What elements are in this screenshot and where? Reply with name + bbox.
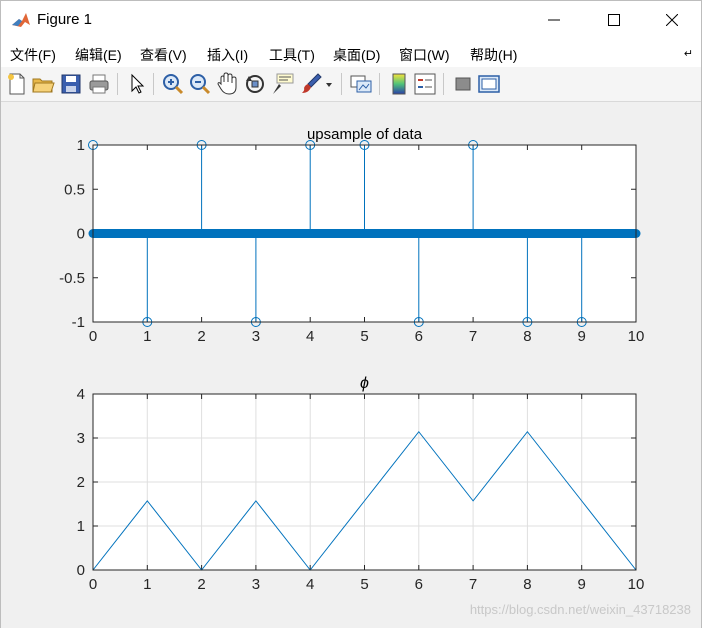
toolbar-separator	[117, 73, 118, 95]
maximize-icon	[608, 14, 620, 26]
x-tick-label: 0	[89, 328, 97, 345]
matlab-logo-icon	[11, 10, 31, 30]
x-tick-label: 7	[469, 576, 477, 593]
data-cursor-icon[interactable]	[271, 72, 295, 96]
chevron-down-icon[interactable]	[323, 72, 335, 96]
close-button[interactable]	[649, 1, 695, 39]
watermark: https://blog.csdn.net/weixin_43718238	[469, 602, 691, 617]
x-tick-label: 2	[197, 328, 205, 345]
menu-file[interactable]: 文件(F)	[10, 45, 56, 65]
x-tick-label: 5	[360, 576, 368, 593]
x-tick-label: 10	[628, 328, 645, 345]
x-tick-label: 6	[415, 328, 423, 345]
x-tick-label: 8	[523, 328, 531, 345]
menu-window[interactable]: 窗口(W)	[399, 45, 450, 65]
x-tick-label: 3	[252, 328, 260, 345]
hide-plot-tools-icon[interactable]	[451, 72, 475, 96]
title-bar[interactable]: Figure 1	[1, 1, 701, 39]
pan-hand-icon[interactable]	[215, 72, 239, 96]
close-icon	[666, 14, 678, 26]
toolbar-separator	[153, 73, 154, 95]
x-tick-label: 7	[469, 328, 477, 345]
x-tick-label: 4	[306, 328, 314, 345]
menu-insert[interactable]: 插入(I)	[207, 45, 248, 65]
y-tick-label: 2	[77, 474, 85, 491]
axes-1: 0 1 2 3 4 5 6 7 8 9 10 -1 -0.5 0 0.5 1 upsample of data	[59, 126, 644, 345]
y-tick-label: 0	[77, 226, 85, 243]
y-tick-label: 1	[77, 137, 85, 154]
dock-arrow-icon[interactable]: ↵	[684, 47, 693, 60]
menu-bar: 文件(F) 编辑(E) 查看(V) 插入(I) 工具(T) 桌面(D) 窗口(W…	[1, 39, 701, 67]
figure-toolbar	[1, 67, 701, 102]
y-tick-label: -0.5	[59, 270, 85, 287]
axes-title: ϕ	[360, 375, 369, 392]
menu-help[interactable]: 帮助(H)	[470, 45, 517, 65]
menu-view[interactable]: 查看(V)	[140, 45, 187, 65]
minimize-button[interactable]	[531, 1, 577, 39]
x-tick-label: 1	[143, 576, 151, 593]
x-tick-label: 10	[628, 576, 645, 593]
x-tick-label: 3	[252, 576, 260, 593]
save-icon[interactable]	[59, 72, 83, 96]
x-tick-label: 5	[360, 328, 368, 345]
open-file-icon[interactable]	[31, 72, 55, 96]
y-tick-label: 0.5	[64, 181, 85, 198]
x-tick-label: 1	[143, 328, 151, 345]
show-plot-tools-icon[interactable]	[477, 72, 501, 96]
toolbar-separator	[379, 73, 380, 95]
axes-2: 0 1 2 3 4 5 6 7 8 9 10 0 1 2 3 4 ϕ	[77, 375, 645, 593]
maximize-button[interactable]	[591, 1, 637, 39]
menu-edit[interactable]: 编辑(E)	[75, 45, 122, 65]
x-tick-label: 2	[197, 576, 205, 593]
plots-svg: 0 1 2 3 4 5 6 7 8 9 10-1-0.500.51upsample of data0…	[59, 126, 645, 593]
menu-tools[interactable]: 工具(T)	[269, 45, 315, 65]
y-tick-label: 0	[77, 562, 85, 579]
x-tick-label: 4	[306, 576, 314, 593]
print-icon[interactable]	[87, 72, 111, 96]
window-title: Figure 1	[37, 11, 93, 28]
x-tick-label: 8	[523, 576, 531, 593]
y-tick-label: -1	[72, 314, 85, 331]
y-tick-label: 4	[77, 386, 85, 403]
y-tick-label: 1	[77, 518, 85, 535]
x-tick-label: 6	[415, 576, 423, 593]
figure-canvas: 0 1 2 3 4 5 6 7 8 9 10 -1 -0.5 0 0.5 1 upsample of data 0…	[1, 102, 701, 628]
x-tick-label: 0	[89, 576, 97, 593]
toolbar-separator	[443, 73, 444, 95]
figure-window: Figure 1 文件(F) 编辑(E) 查看(V) 插入(I) 工具(T) 桌…	[0, 0, 702, 628]
new-figure-icon[interactable]	[5, 72, 29, 96]
zoom-in-icon[interactable]	[161, 72, 185, 96]
edit-plot-arrow-icon[interactable]	[125, 72, 149, 96]
toolbar-separator	[341, 73, 342, 95]
x-tick-label: 9	[578, 328, 586, 345]
colorbar-icon[interactable]	[387, 72, 411, 96]
zoom-out-icon[interactable]	[188, 72, 212, 96]
link-plot-icon[interactable]	[349, 72, 373, 96]
rotate-3d-icon[interactable]	[243, 72, 267, 96]
axes-title: upsample of data	[307, 126, 423, 143]
brush-icon[interactable]	[299, 72, 323, 96]
minimize-icon	[548, 19, 560, 21]
y-tick-label: 3	[77, 430, 85, 447]
menu-desktop[interactable]: 桌面(D)	[333, 45, 380, 65]
x-tick-label: 9	[578, 576, 586, 593]
legend-icon[interactable]	[413, 72, 437, 96]
